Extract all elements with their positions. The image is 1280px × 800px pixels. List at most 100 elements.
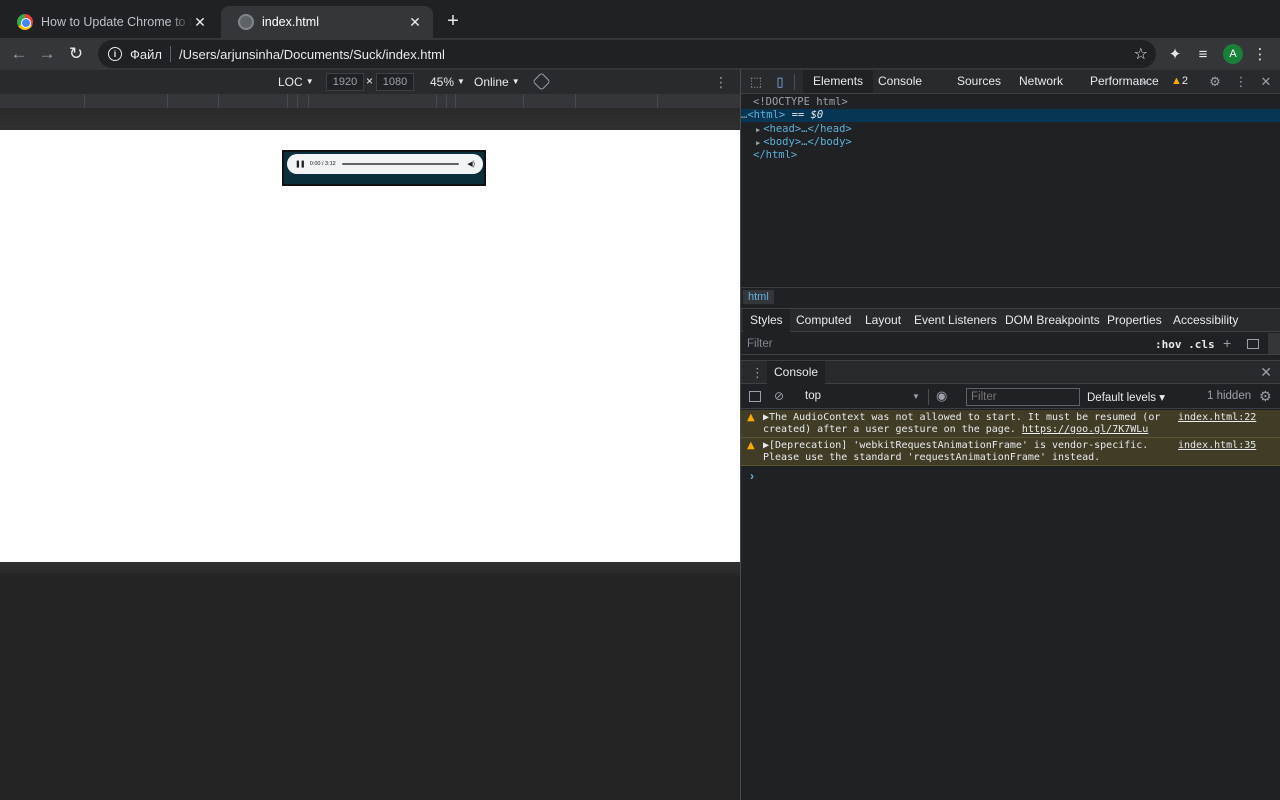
- console-link[interactable]: https://goo.gl/7K7WLu: [1022, 424, 1148, 435]
- new-tab-button[interactable]: +: [442, 11, 464, 33]
- warning-icon: ▲: [747, 412, 755, 423]
- info-icon[interactable]: i: [108, 47, 122, 61]
- tab-layout[interactable]: Layout: [858, 309, 908, 332]
- audio-player-container: ❚❚ 0:00 / 3:12 ◀): [282, 150, 486, 186]
- tab-accessibility[interactable]: Accessibility: [1166, 309, 1245, 332]
- breadcrumb-item[interactable]: html: [743, 290, 774, 304]
- tab-performance[interactable]: Performance: [1080, 70, 1169, 93]
- dom-tree: <!DOCTYPE html> …<html> == $0 ▶ <head>…</…: [741, 95, 1280, 287]
- warning-badge[interactable]: ▲2: [1171, 75, 1188, 87]
- hov-cls-toggle[interactable]: :hov .cls: [1155, 338, 1215, 351]
- add-rule-icon[interactable]: +: [1223, 335, 1231, 351]
- tab-properties[interactable]: Properties: [1100, 309, 1169, 332]
- height-input[interactable]: 1080: [376, 73, 414, 91]
- avatar[interactable]: A: [1223, 44, 1243, 64]
- context-select[interactable]: top: [805, 390, 821, 402]
- reload-button[interactable]: ↻: [64, 42, 88, 66]
- close-icon[interactable]: ✕: [192, 14, 208, 30]
- console-message-text: ▶[Deprecation] 'webkitRequestAnimationFr…: [763, 440, 1149, 463]
- dom-line[interactable]: ▶ <body>…</body>: [741, 136, 1280, 149]
- tab-title: index.html: [262, 15, 319, 29]
- close-icon[interactable]: ✕: [1260, 364, 1272, 381]
- browser-toolbar: ← → ↻ i Файл /Users/arjunsinha/Documents…: [0, 38, 1280, 70]
- globe-icon: [238, 14, 254, 30]
- divider: [928, 389, 929, 405]
- console-sidebar-icon[interactable]: [749, 391, 761, 402]
- inspect-icon[interactable]: ⬚: [748, 74, 764, 90]
- kebab-icon[interactable]: ⋮: [1249, 43, 1271, 65]
- tab-title: How to Update Chrome to the Latest Versi…: [41, 15, 192, 29]
- width-input[interactable]: 1920: [326, 73, 364, 91]
- audio-time: 0:00 / 3:12: [309, 161, 336, 167]
- source-link[interactable]: index.html:35: [1178, 440, 1256, 451]
- log-levels-select[interactable]: Default levels ▾: [1087, 390, 1165, 404]
- console-warning: ▲ ▶[Deprecation] 'webkitRequestAnimation…: [741, 438, 1280, 466]
- volume-icon[interactable]: ◀): [467, 160, 475, 168]
- media-query-ruler[interactable]: [0, 94, 740, 108]
- gear-icon[interactable]: ⚙: [1207, 74, 1223, 90]
- ruler-shade: [0, 108, 740, 130]
- clear-console-icon[interactable]: ⊘: [774, 389, 784, 403]
- dom-line[interactable]: ▶ <head>…</head>: [741, 123, 1280, 136]
- audio-player[interactable]: ❚❚ 0:00 / 3:12 ◀): [287, 154, 483, 174]
- dom-line-selected[interactable]: …<html> == $0: [741, 109, 1280, 122]
- console-filter-input[interactable]: [966, 388, 1080, 406]
- kebab-icon[interactable]: ⋮: [751, 365, 764, 381]
- sidebar-toggle-icon[interactable]: [1247, 339, 1259, 349]
- tab-console[interactable]: Console: [868, 70, 932, 93]
- tab-sources[interactable]: Sources: [947, 70, 1011, 93]
- seek-bar[interactable]: [341, 163, 460, 165]
- puzzle-icon[interactable]: ✦: [1164, 43, 1186, 65]
- tab-computed[interactable]: Computed: [789, 309, 858, 332]
- devtools-tabbar: ⬚ ▯ Elements Console Sources Network Per…: [741, 70, 1280, 94]
- zoom-select[interactable]: 45% ▼: [430, 75, 465, 89]
- tab-network[interactable]: Network: [1009, 70, 1073, 93]
- close-icon[interactable]: ✕: [1258, 74, 1274, 90]
- breadcrumb: html: [741, 287, 1280, 307]
- console-message-text: ▶The AudioContext was not allowed to sta…: [763, 412, 1161, 435]
- address-bar[interactable]: i Файл /Users/arjunsinha/Documents/Suck/…: [98, 40, 1156, 68]
- close-icon[interactable]: ✕: [407, 14, 423, 30]
- device-toolbar: LOC ▼ 1920 × 1080 45% ▼ Online ▼ ⋮: [0, 70, 740, 94]
- more-tabs-icon[interactable]: »: [1136, 74, 1152, 90]
- divider: [794, 74, 795, 90]
- console-warning: ▲ ▶The AudioContext was not allowed to s…: [741, 410, 1280, 438]
- kebab-icon[interactable]: ⋮: [1233, 74, 1249, 90]
- divider: [169, 46, 171, 62]
- media-queue-icon[interactable]: ≡: [1192, 43, 1214, 65]
- dom-line[interactable]: <!DOCTYPE html>: [741, 96, 1280, 109]
- forward-button[interactable]: →: [35, 42, 59, 66]
- styles-filter-input[interactable]: Filter: [747, 338, 773, 350]
- tab-styles[interactable]: Styles: [743, 309, 790, 332]
- page-viewport: LOC ▼ 1920 × 1080 45% ▼ Online ▼ ⋮ ❚❚ 0:00 …: [0, 70, 740, 800]
- chrome-logo-icon: [17, 14, 33, 30]
- styles-filter-bar: Filter :hov .cls +: [741, 333, 1280, 355]
- tab-elements[interactable]: Elements: [803, 70, 874, 93]
- console-prompt[interactable]: ›: [750, 469, 754, 483]
- devtools-panel: ⬚ ▯ Elements Console Sources Network Per…: [741, 70, 1280, 800]
- scrollbar[interactable]: [1268, 333, 1280, 354]
- drawer-tab-console[interactable]: Console: [767, 361, 826, 384]
- dimension-separator: ×: [366, 74, 374, 88]
- styles-tabbar: Styles Computed Layout Event Listeners D…: [741, 308, 1280, 332]
- device-toggle-icon[interactable]: ▯: [772, 74, 788, 90]
- console-toolbar: ⊘ top ▼ ◉ Default levels ▾ 1 hidden ⚙: [741, 385, 1280, 409]
- eye-icon[interactable]: ◉: [936, 388, 947, 404]
- warning-icon: ▲: [747, 440, 755, 451]
- source-link[interactable]: index.html:22: [1178, 412, 1256, 423]
- rotate-icon[interactable]: [532, 72, 551, 91]
- tab-event-listeners[interactable]: Event Listeners: [907, 309, 1004, 332]
- star-icon[interactable]: ☆: [1134, 44, 1148, 64]
- throttling-select[interactable]: Online ▼: [474, 75, 520, 89]
- dom-line[interactable]: </html>: [741, 149, 1280, 162]
- device-select[interactable]: LOC ▼: [278, 75, 314, 89]
- tab-dom-breakpoints[interactable]: DOM Breakpoints: [998, 309, 1107, 332]
- pause-icon[interactable]: ❚❚: [295, 160, 306, 168]
- gear-icon[interactable]: ⚙: [1259, 388, 1272, 405]
- url-text[interactable]: /Users/arjunsinha/Documents/Suck/index.h…: [179, 47, 445, 62]
- back-button[interactable]: ←: [7, 42, 31, 66]
- tab-index-html[interactable]: index.html ✕: [221, 6, 433, 38]
- tab-chrome-update[interactable]: How to Update Chrome to the Latest Versi…: [0, 6, 218, 38]
- drawer-header: ⋮ Console ✕: [741, 360, 1280, 384]
- kebab-icon[interactable]: ⋮: [714, 74, 728, 91]
